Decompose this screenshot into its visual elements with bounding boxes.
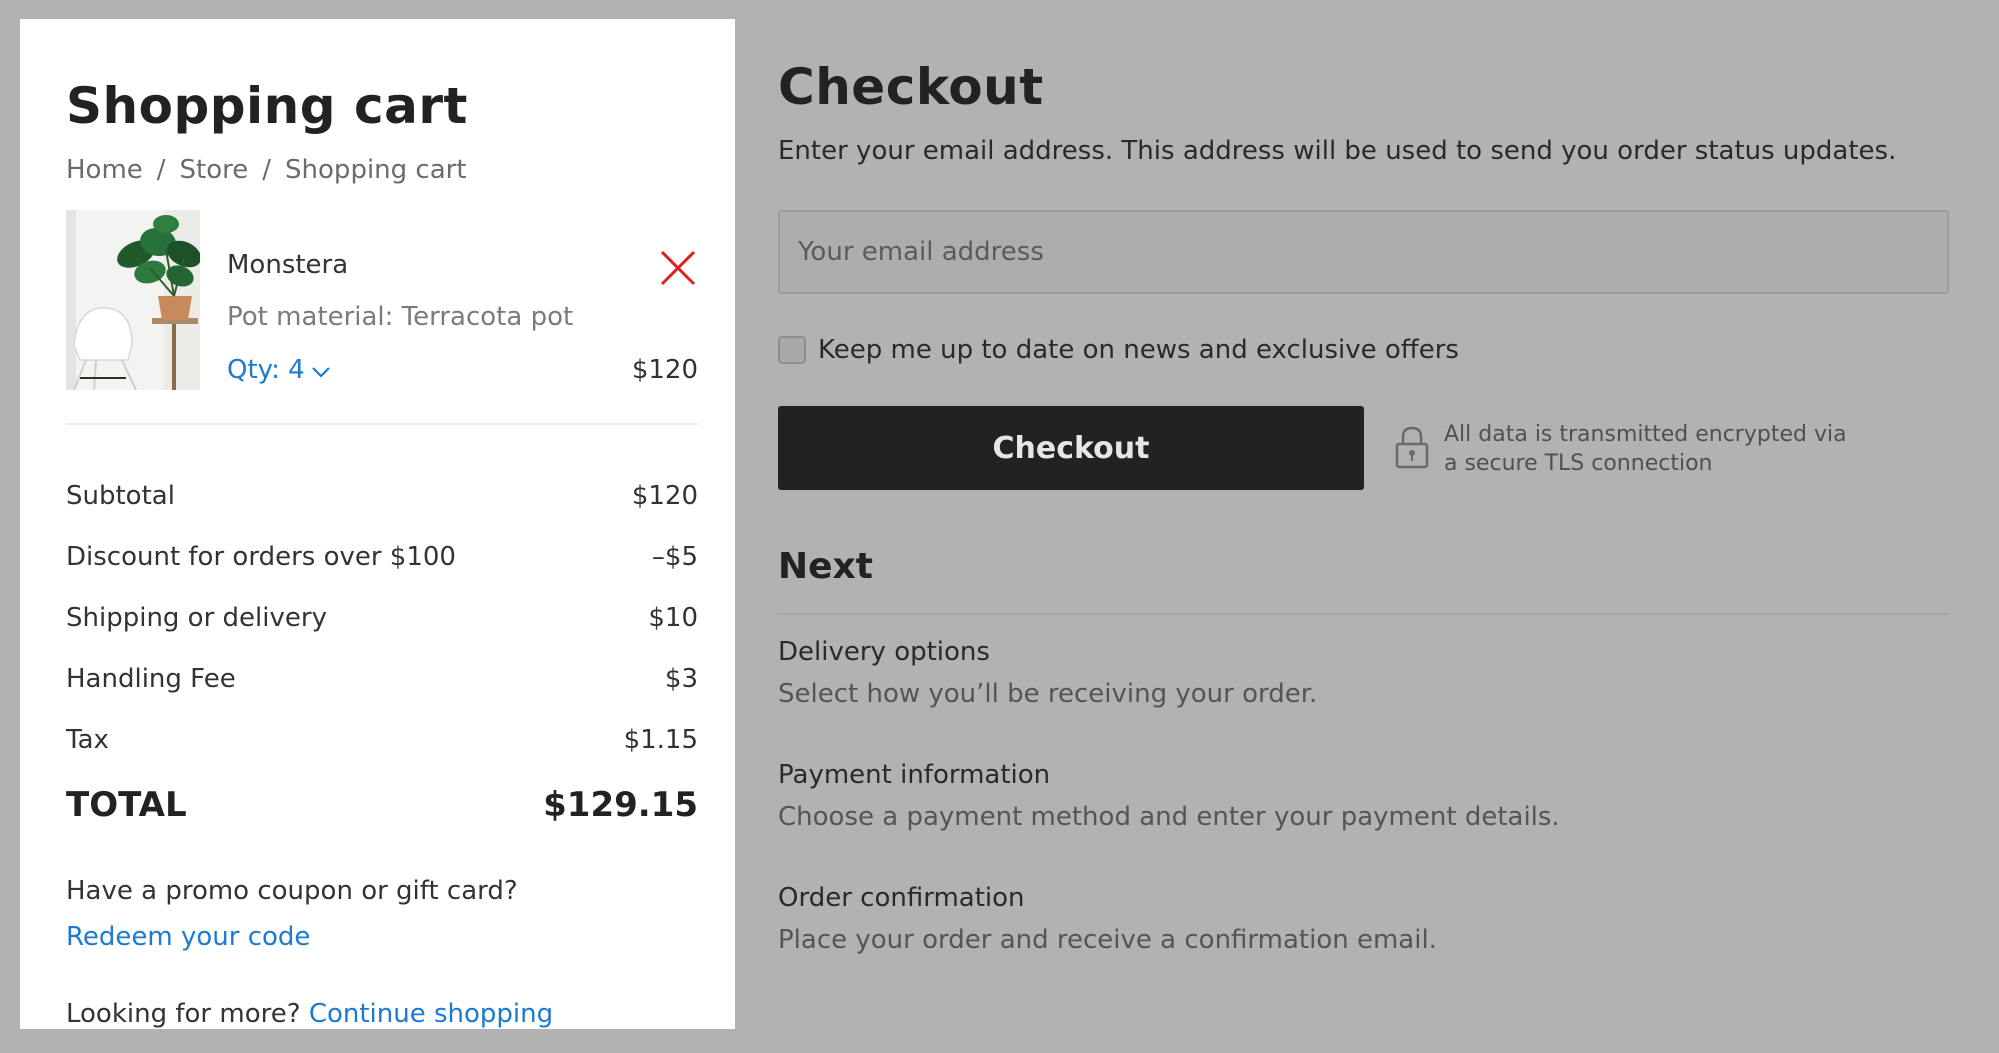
summary-row-handling: Handling Fee $3 <box>66 648 698 709</box>
chevron-down-icon <box>311 356 331 386</box>
quantity-dropdown[interactable]: Qty: 4 <box>227 355 331 386</box>
total-value: $129.15 <box>543 785 698 825</box>
summary-value: $3 <box>664 663 698 694</box>
summary-value: $120 <box>631 480 698 511</box>
quantity-value: Qty: 4 <box>227 355 305 385</box>
step-title: Order confirmation <box>778 883 1025 913</box>
cart-item: Monstera Pot material: Terracota pot Qty… <box>66 210 698 390</box>
checkout-title: Checkout <box>778 58 1044 116</box>
summary-row-tax: Tax $1.15 <box>66 709 698 770</box>
checkout-button[interactable]: Checkout <box>778 406 1364 490</box>
summary-label: Discount for orders over $100 <box>66 541 456 572</box>
next-steps-title: Next <box>778 546 873 587</box>
close-icon <box>660 250 696 286</box>
summary-value: $1.15 <box>623 724 698 755</box>
more-text: Looking for more? <box>66 999 301 1029</box>
newsletter-option[interactable]: Keep me up to date on news and exclusive… <box>778 335 1459 365</box>
product-image[interactable] <box>66 210 200 390</box>
divider <box>778 613 1949 615</box>
total-label: TOTAL <box>66 785 187 825</box>
step-title: Delivery options <box>778 637 990 667</box>
summary-row-total: TOTAL $129.15 <box>66 770 698 840</box>
step-delivery-options: Delivery options Select how you’ll be re… <box>778 637 1949 709</box>
summary-row-discount: Discount for orders over $100 –$5 <box>66 526 698 587</box>
email-field[interactable] <box>778 210 1949 294</box>
summary-label: Tax <box>66 724 109 755</box>
cart-title: Shopping cart <box>66 77 468 135</box>
security-note-line1: All data is transmitted encrypted via <box>1444 422 1847 447</box>
breadcrumb-separator: / <box>262 155 272 185</box>
lock-icon <box>1394 425 1430 469</box>
breadcrumb: Home / Store / Shopping cart <box>66 155 467 185</box>
security-note-line2: a secure TLS connection <box>1444 451 1713 476</box>
product-price: $120 <box>631 355 698 385</box>
newsletter-checkbox[interactable] <box>778 336 806 364</box>
redeem-code-link[interactable]: Redeem your code <box>66 922 310 952</box>
divider <box>66 423 698 425</box>
promo-question: Have a promo coupon or gift card? <box>66 876 518 906</box>
summary-label: Subtotal <box>66 480 175 511</box>
shopping-cart-panel: Shopping cart Home / Store / Shopping cart <box>20 19 735 1029</box>
step-title: Payment information <box>778 760 1051 790</box>
summary-row-subtotal: Subtotal $120 <box>66 465 698 526</box>
summary-label: Handling Fee <box>66 663 236 694</box>
continue-shopping-line: Looking for more? Continue shopping <box>66 999 553 1029</box>
product-variant: Pot material: Terracota pot <box>227 302 574 332</box>
continue-shopping-link[interactable]: Continue shopping <box>309 999 553 1029</box>
breadcrumb-current: Shopping cart <box>285 155 467 185</box>
breadcrumb-home[interactable]: Home <box>66 155 143 185</box>
breadcrumb-store[interactable]: Store <box>180 155 249 185</box>
summary-value: –$5 <box>651 541 698 572</box>
product-name[interactable]: Monstera <box>227 250 348 280</box>
summary-value: $10 <box>648 602 698 633</box>
newsletter-label: Keep me up to date on news and exclusive… <box>818 335 1459 365</box>
step-description: Choose a payment method and enter your p… <box>778 802 1560 832</box>
checkout-description: Enter your email address. This address w… <box>778 136 1897 166</box>
breadcrumb-separator: / <box>156 155 166 185</box>
summary-row-shipping: Shipping or delivery $10 <box>66 587 698 648</box>
step-description: Place your order and receive a confirmat… <box>778 925 1437 955</box>
remove-item-button[interactable] <box>658 248 698 288</box>
step-description: Select how you’ll be receiving your orde… <box>778 679 1318 709</box>
step-order-confirmation: Order confirmation Place your order and … <box>778 883 1949 955</box>
step-payment-information: Payment information Choose a payment met… <box>778 760 1949 832</box>
order-summary: Subtotal $120 Discount for orders over $1… <box>66 465 698 840</box>
summary-label: Shipping or delivery <box>66 602 327 633</box>
security-note: All data is transmitted encrypted via a … <box>1444 420 1847 478</box>
